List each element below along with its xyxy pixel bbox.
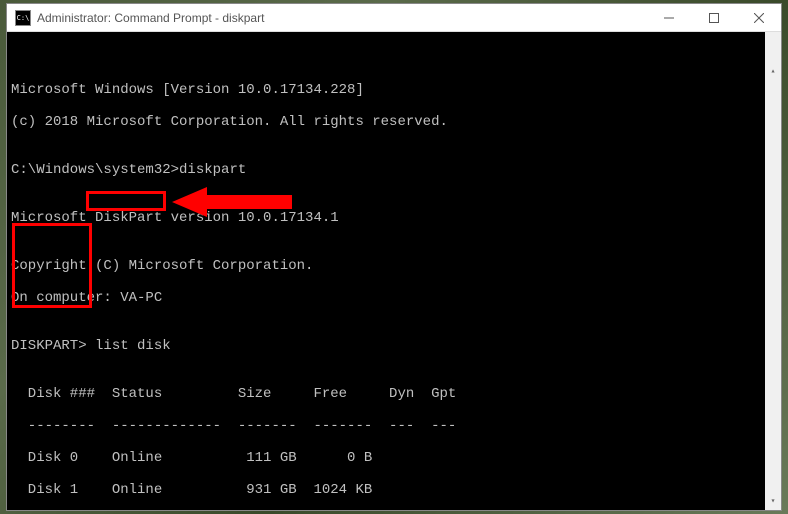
minimize-button[interactable] [646, 4, 691, 32]
line-prompt2: DISKPART> list disk [11, 338, 761, 354]
prompt2-cmd: list disk [95, 338, 171, 354]
cmd-icon-text: C:\ [17, 14, 30, 22]
terminal-area[interactable]: Microsoft Windows [Version 10.0.17134.22… [7, 32, 781, 510]
table-divider: -------- ------------- ------- ------- -… [11, 418, 761, 434]
prompt2-label: DISKPART> [11, 338, 95, 354]
titlebar[interactable]: C:\ Administrator: Command Prompt - disk… [7, 4, 781, 32]
table-row: Disk 1 Online 931 GB 1024 KB [11, 482, 761, 498]
prompt1-cmd: diskpart [179, 162, 246, 178]
scrollbar[interactable]: ▴ ▾ [765, 32, 781, 510]
line-copyright: (c) 2018 Microsoft Corporation. All righ… [11, 114, 761, 130]
scroll-up-icon[interactable]: ▴ [765, 64, 781, 80]
close-button[interactable] [736, 4, 781, 32]
cmd-window: C:\ Administrator: Command Prompt - disk… [6, 3, 782, 511]
cmd-icon: C:\ [15, 10, 31, 26]
minimize-icon [664, 13, 674, 23]
terminal-content: Microsoft Windows [Version 10.0.17134.22… [11, 66, 777, 510]
table-header: Disk ### Status Size Free Dyn Gpt [11, 386, 761, 402]
window-title: Administrator: Command Prompt - diskpart [37, 11, 646, 25]
line-dpcopy: Copyright (C) Microsoft Corporation. [11, 258, 761, 274]
line-prompt1: C:\Windows\system32>diskpart [11, 162, 761, 178]
maximize-button[interactable] [691, 4, 736, 32]
table-row: Disk 0 Online 111 GB 0 B [11, 450, 761, 466]
line-dpver: Microsoft DiskPart version 10.0.17134.1 [11, 210, 761, 226]
line-winver: Microsoft Windows [Version 10.0.17134.22… [11, 82, 761, 98]
prompt1-path: C:\Windows\system32> [11, 162, 179, 178]
line-oncomputer: On computer: VA-PC [11, 290, 761, 306]
scroll-down-icon[interactable]: ▾ [765, 494, 781, 510]
maximize-icon [709, 13, 719, 23]
close-icon [754, 13, 764, 23]
